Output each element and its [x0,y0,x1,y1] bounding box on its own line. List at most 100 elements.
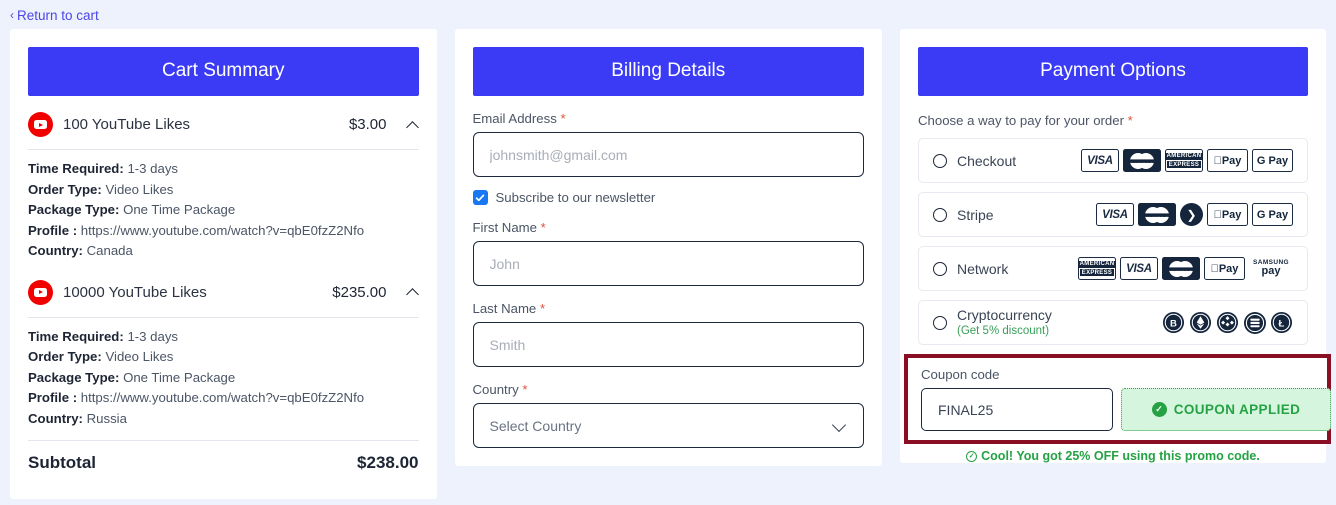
chevron-left-icon: ‹ [10,8,14,22]
required-asterisk: * [1127,113,1133,128]
first-name-field-group: First Name * [472,220,864,286]
cart-item-details: Time Required: 1-3 days Order Type: Vide… [28,149,419,266]
check-circle-outline-icon: ✓ [966,450,978,462]
payment-option-label: Stripe [957,206,994,223]
radio-button[interactable] [933,153,947,168]
newsletter-label: Subscribe to our newsletter [495,190,656,205]
newsletter-checkbox-row[interactable]: Subscribe to our newsletter [472,190,865,205]
payment-icons: VISA MasterCard ❯  Pay G Pay [1096,203,1293,226]
cart-item-details: Time Required: 1-3 days Order Type: Vide… [28,316,419,434]
detail-country: Country: Canada [28,243,133,258]
email-label: Email Address * [472,111,566,126]
country-selected-value: Select Country [489,417,582,434]
cart-item-price: $3.00 [348,116,387,133]
chevron-down-icon [833,419,847,433]
payment-option-cryptocurrency[interactable]: Cryptocurrency (Get 5% discount) B Ł [918,300,1308,345]
tether-icon [1244,312,1266,334]
bitcoin-icon: B [1162,311,1185,334]
google-pay-icon: G Pay [1252,203,1293,226]
mastercard-icon: MasterCard [1123,149,1161,172]
columns-container: Cart Summary 100 YouTube Likes $3.00 Tim [0,24,1336,499]
chevron-up-icon[interactable] [407,286,419,298]
payment-option-network[interactable]: Network AMERICAN EXPRESS VISA MasterCard … [918,246,1308,291]
checkout-page: ‹ Return to cart Cart Summary 100 YouTub… [0,0,1336,505]
last-name-input[interactable] [472,322,864,367]
required-asterisk: * [540,220,546,235]
return-to-cart-link[interactable]: ‹ Return to cart [10,8,99,23]
payment-option-stripe[interactable]: Stripe VISA MasterCard ❯  Pay G Pay [918,192,1308,237]
youtube-icon [28,112,53,137]
return-to-cart-label: Return to cart [17,7,99,23]
required-asterisk: * [539,301,546,316]
mastercard-icon: MasterCard [1138,203,1176,226]
svg-text:MasterCard: MasterCard [1144,213,1169,218]
mastercard-icon: MasterCard [1162,257,1200,280]
cart-item-row[interactable]: 10000 YouTube Likes $235.00 [28,266,419,317]
apple-pay-icon:  Pay [1207,149,1248,172]
amex-icon: AMERICAN EXPRESS [1077,257,1117,280]
stripe-icon: ❯ [1180,203,1203,226]
detail-order-type: Order Type: Video Likes [28,349,174,364]
svg-text:Ł: Ł [1279,318,1285,329]
coupon-input[interactable] [921,388,1113,431]
payment-option-checkout[interactable]: Checkout VISA MasterCard AMERICAN EXPRESS… [918,138,1308,183]
promo-success-message: ✓ Cool! You got 25% OFF using this promo… [918,449,1308,463]
coupon-label: Coupon code [921,367,1000,382]
ethereum-icon [1189,311,1212,334]
visa-icon: VISA [1120,257,1158,280]
detail-time-required: Time Required: 1-3 days [28,161,179,176]
cart-summary-title: Cart Summary [28,47,419,96]
svg-text:B: B [1170,318,1177,329]
billing-details-card: Billing Details Email Address * Subscrib… [454,29,882,466]
email-field-group: Email Address * [472,111,864,177]
billing-details-title: Billing Details [472,47,864,96]
cart-item-name: 100 YouTube Likes [63,116,191,133]
country-select[interactable]: Select Country [472,403,864,448]
email-input[interactable] [472,132,864,177]
detail-package-type: Package Type: One Time Package [28,369,236,385]
cart-item-row[interactable]: 100 YouTube Likes $3.00 [28,98,419,149]
apple-pay-icon:  Pay [1207,203,1248,226]
cart-item-name: 10000 YouTube Likes [63,283,207,301]
chevron-up-icon[interactable] [407,119,419,131]
cart-item-price: $235.00 [332,283,387,301]
detail-order-type: Order Type: Video Likes [28,181,174,197]
coupon-applied-button[interactable]: ✓ COUPON APPLIED [1121,388,1331,431]
detail-country: Country: Russia [28,410,127,426]
payment-options-card: Payment Options Choose a way to pay for … [900,29,1331,463]
last-name-label: Last Name * [472,301,546,316]
samsung-pay-icon: SAMSUNG pay [1252,258,1290,278]
amex-icon: AMERICAN EXPRESS [1164,149,1204,172]
subtotal-row: Subtotal $238.00 [28,440,419,499]
radio-button[interactable] [933,315,947,330]
visa-icon: VISA [1096,203,1134,226]
first-name-input[interactable] [472,241,864,286]
detail-package-type: Package Type: One Time Package [28,202,236,217]
required-asterisk: * [560,111,566,126]
promo-success-text: Cool! You got 25% OFF using this promo c… [981,449,1260,463]
visa-icon: VISA [1081,149,1119,172]
detail-profile: Profile : https://www.youtube.com/watch?… [28,222,365,238]
google-pay-icon: G Pay [1252,149,1293,172]
apple-pay-icon:  Pay [1204,257,1245,280]
crypto-discount-label: (Get 5% discount) [957,324,1050,337]
last-name-field-group: Last Name * [472,301,864,367]
binance-icon [1216,311,1239,334]
litecoin-icon: Ł [1270,311,1293,334]
radio-button[interactable] [933,261,947,276]
radio-button[interactable] [933,207,947,222]
svg-text:MasterCard: MasterCard [1168,267,1193,272]
checkbox-checked-icon[interactable] [472,190,488,205]
coupon-applied-label: COUPON APPLIED [1173,402,1301,417]
cart-items-list: 100 YouTube Likes $3.00 Time Required: 1… [28,96,419,499]
payment-note: Choose a way to pay for your order * [918,113,1133,128]
subtotal-value: $238.00 [357,453,419,472]
payment-option-label: Network [957,260,1009,277]
detail-time-required: Time Required: 1-3 days [28,328,179,344]
first-name-label: First Name * [472,220,546,235]
payment-icons: AMERICANEXPRESS VISA MasterCard  Pay SA… [1077,257,1293,280]
svg-text:MasterCard: MasterCard [1129,159,1154,164]
coupon-row: ✓ COUPON APPLIED [921,388,1331,431]
check-circle-icon: ✓ [1151,402,1167,417]
payment-icons: B Ł [1162,311,1293,334]
